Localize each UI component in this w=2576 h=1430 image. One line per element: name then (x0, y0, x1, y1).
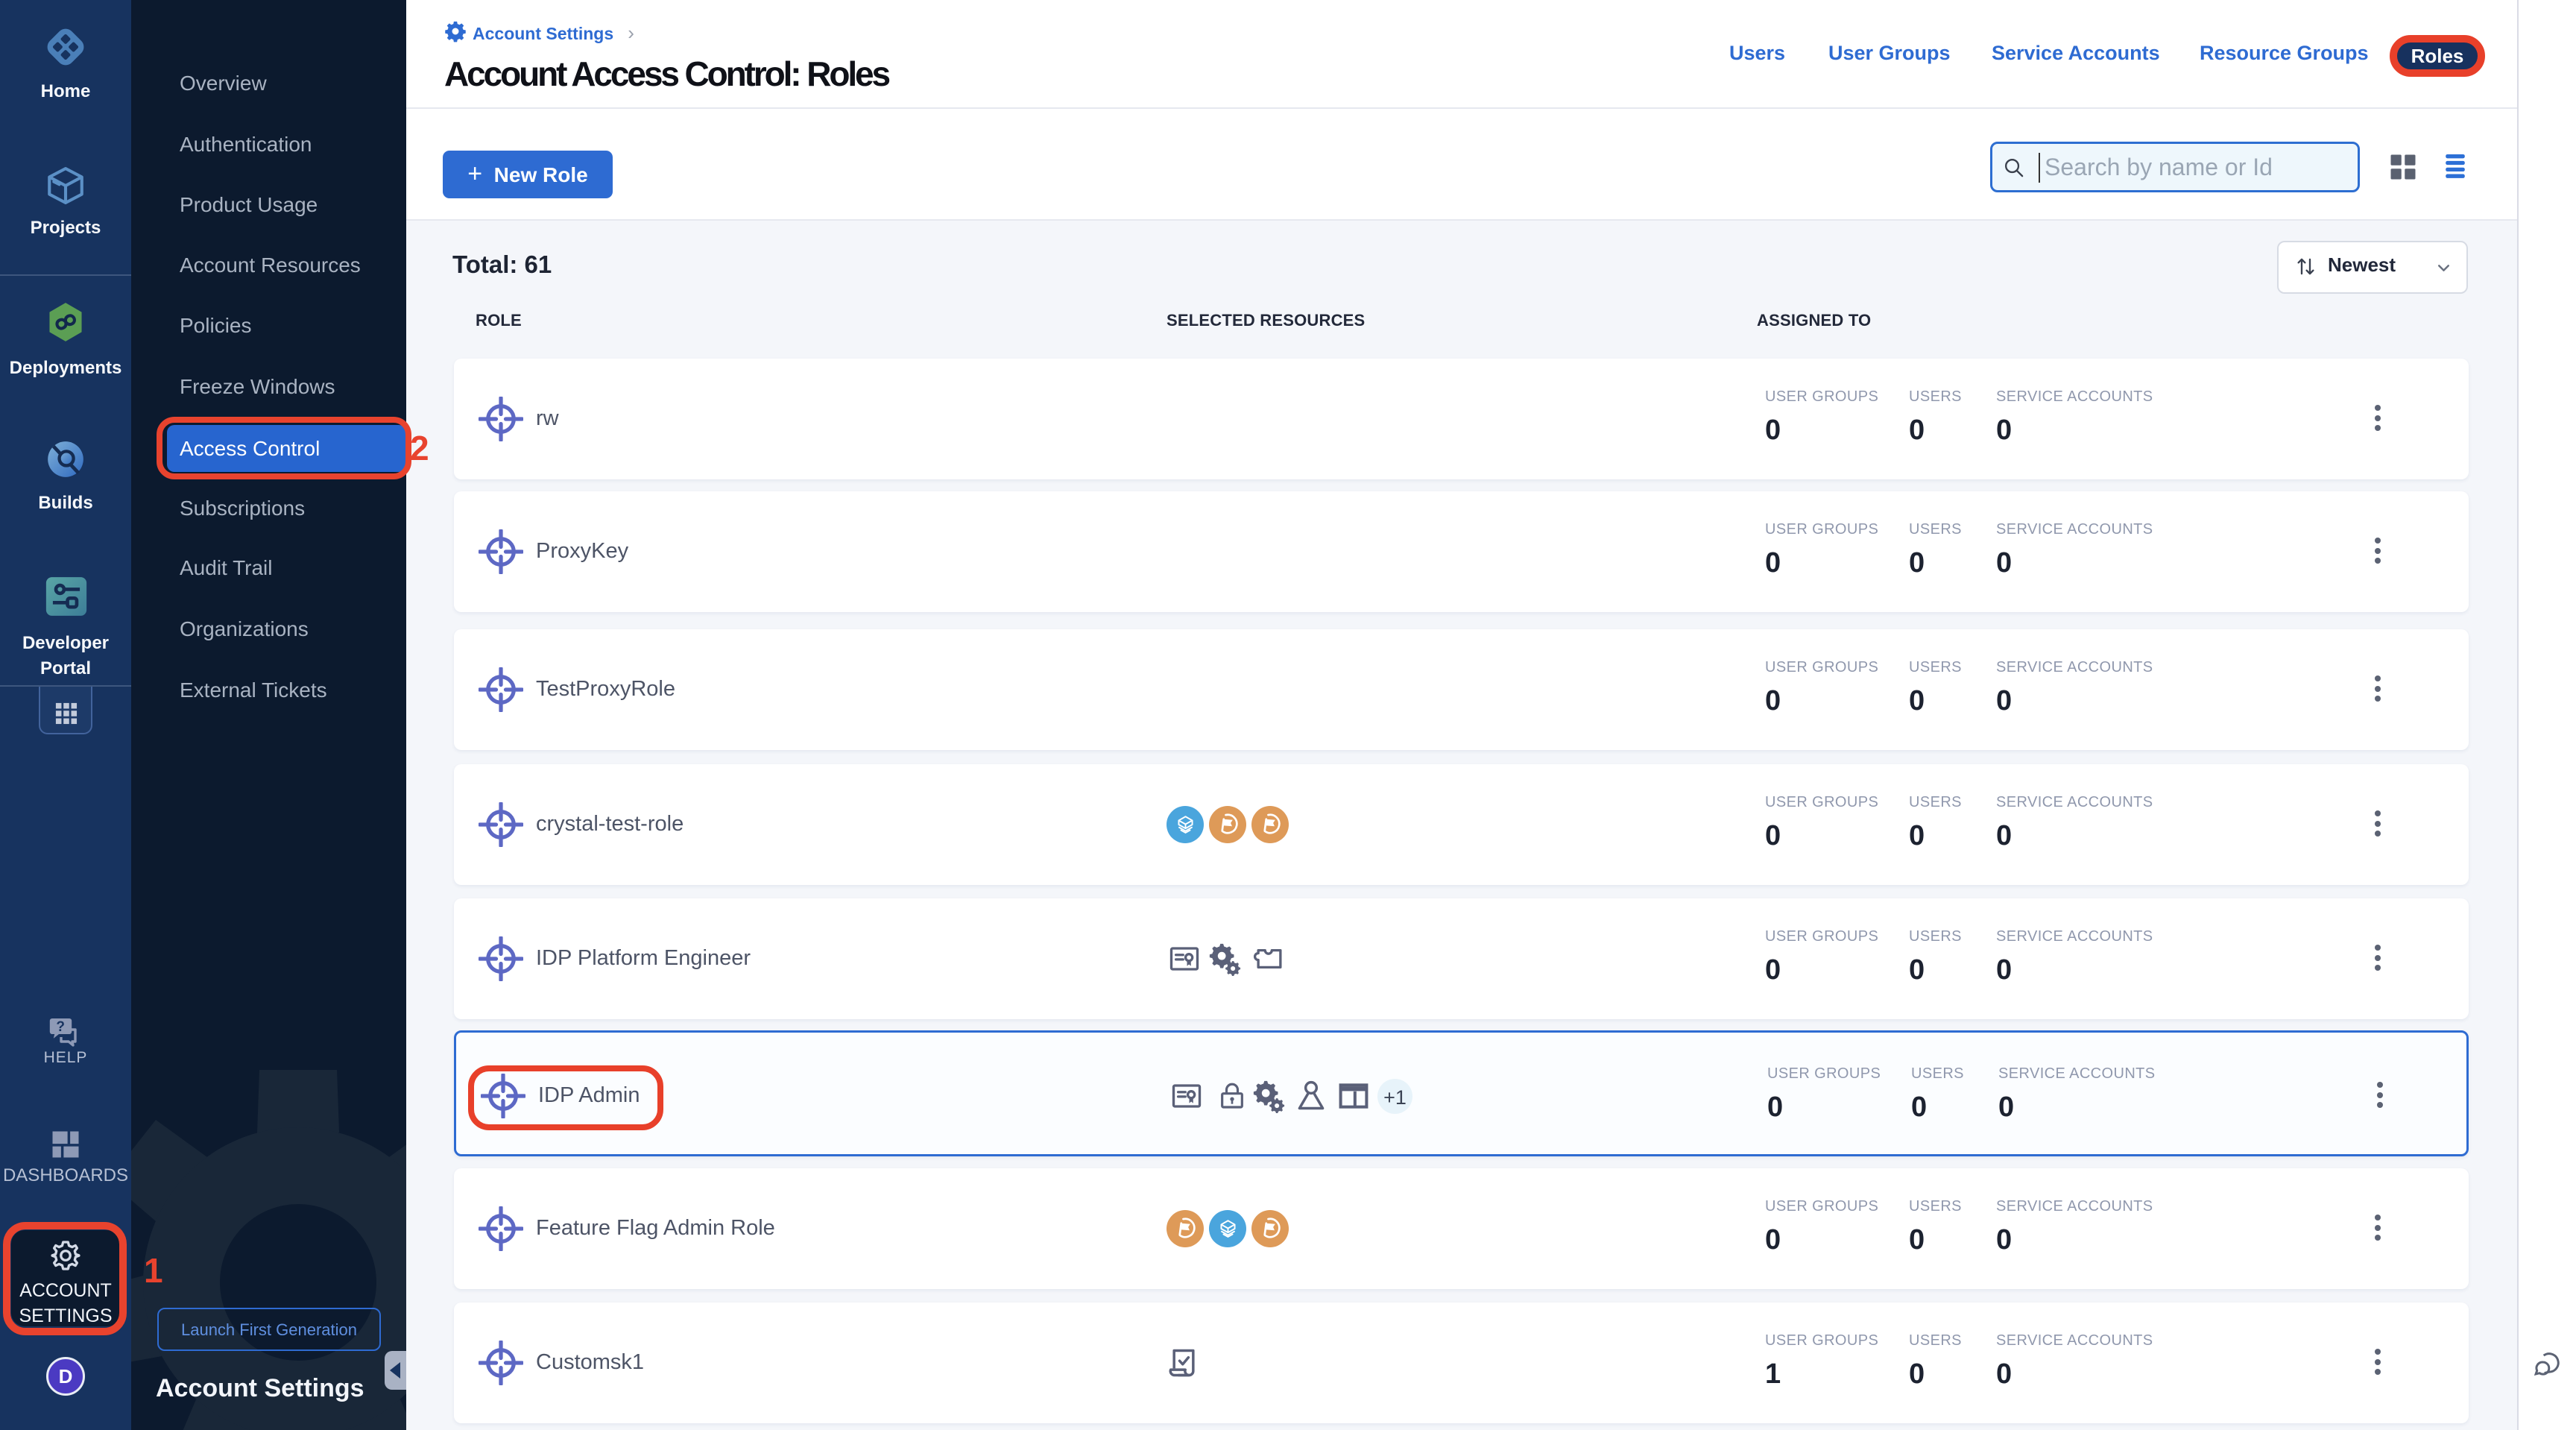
svg-text:?: ? (56, 1019, 65, 1035)
